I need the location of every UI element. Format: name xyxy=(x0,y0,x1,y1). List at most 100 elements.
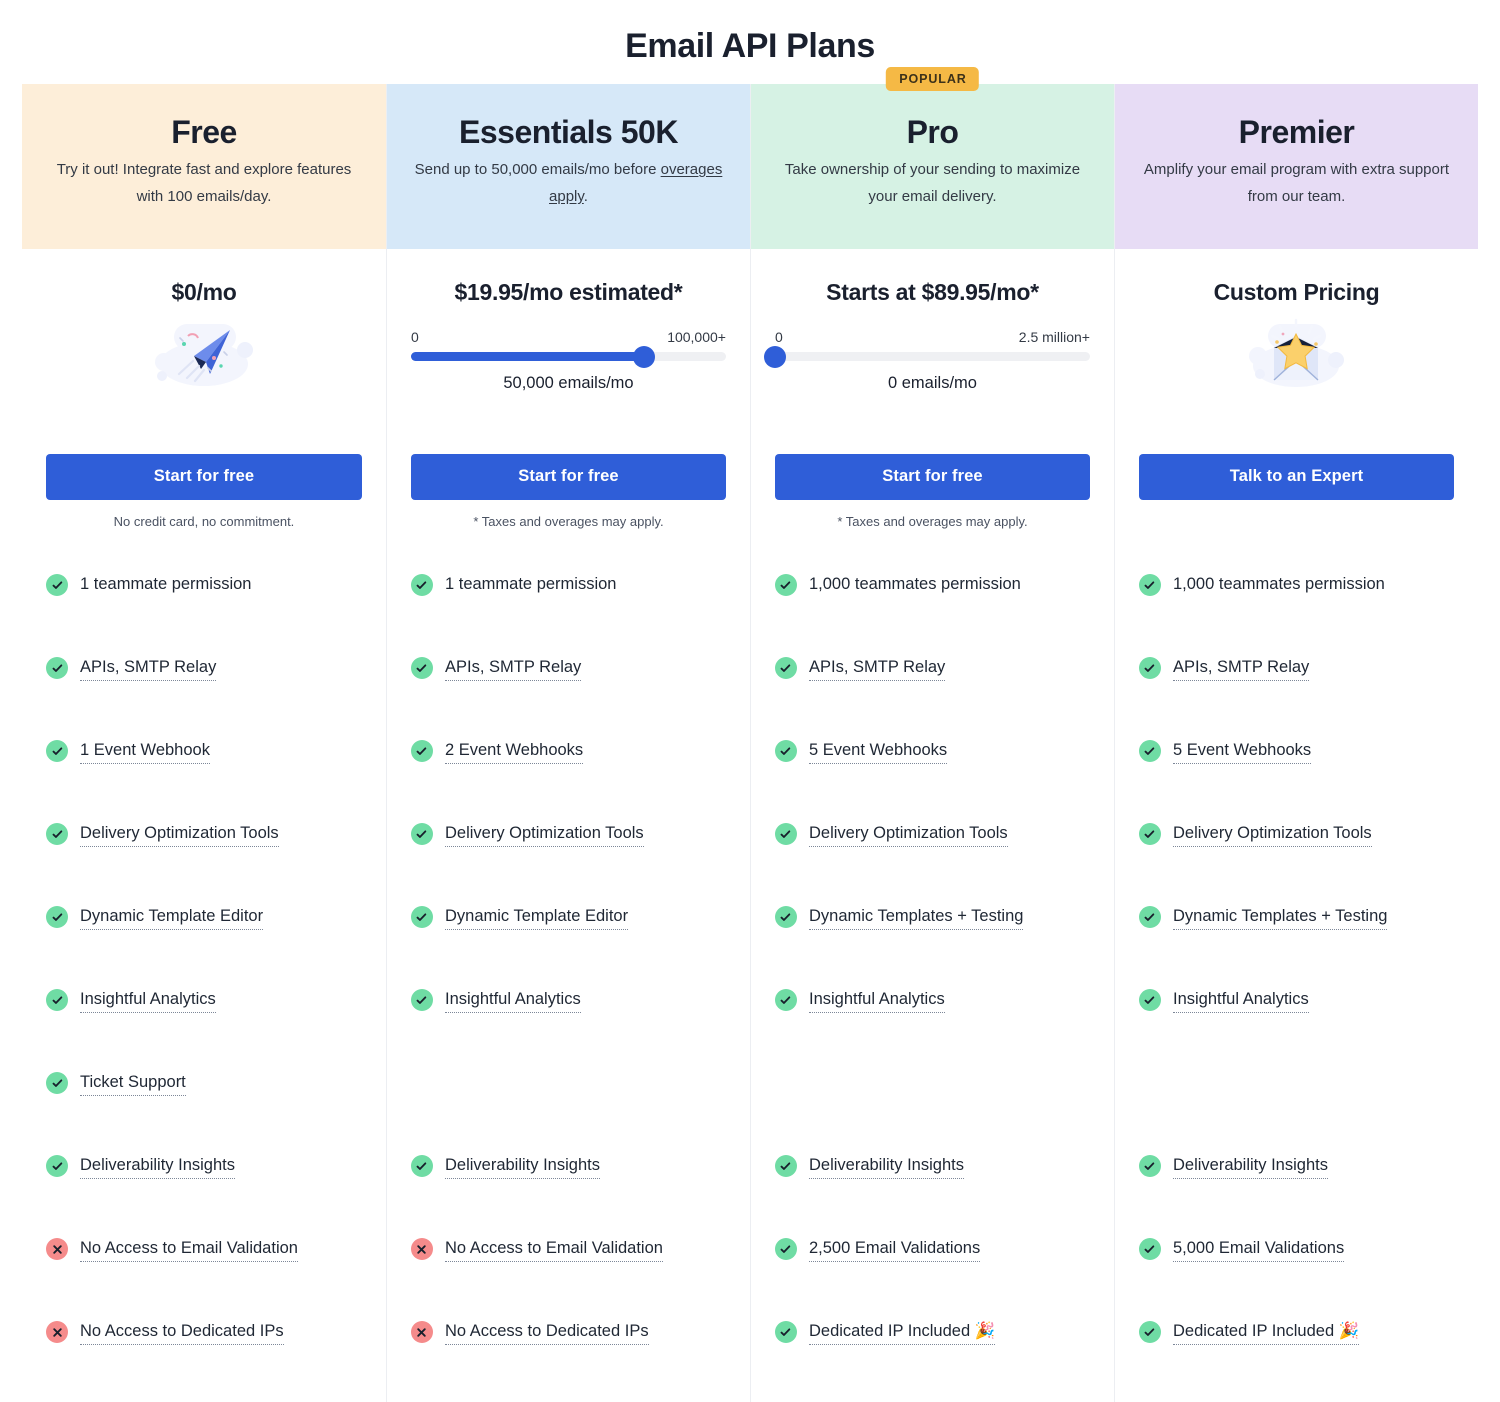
plan-header-essentials: Essentials 50K Send up to 50,000 emails/m… xyxy=(386,84,750,249)
feature-item: 5 Event Webhooks xyxy=(1138,739,1454,822)
feature-label[interactable]: 2,500 Email Validations xyxy=(808,1237,981,1262)
slider-thumb[interactable] xyxy=(763,345,786,368)
plan-cards-container: Free Try it out! Integrate fast and explo… xyxy=(0,67,1500,1402)
feature-label[interactable]: Dynamic Templates + Testing xyxy=(1172,905,1388,930)
feature-label[interactable]: Delivery Optimization Tools xyxy=(808,822,1008,847)
feature-label[interactable]: Delivery Optimization Tools xyxy=(1172,822,1372,847)
feature-label[interactable]: Dynamic Template Editor xyxy=(80,905,264,930)
feature-list: 1 teammate permission APIs, SMTP Relay 2 E… xyxy=(387,573,750,1402)
check-circle-icon xyxy=(774,574,797,596)
feature-item: 1 Event Webhook xyxy=(46,739,362,822)
volume-slider[interactable] xyxy=(410,345,726,368)
feature-label[interactable]: Deliverability Insights xyxy=(444,1154,600,1179)
feature-item: 1,000 teammates permission xyxy=(774,573,1090,656)
cta-zone: Start for free * Taxes and overages may a… xyxy=(387,454,750,531)
volume-slider-group: 0 100,000+ 50,000 emails/mo xyxy=(409,329,728,394)
feature-list: 1 teammate permission APIs, SMTP Relay 1 E… xyxy=(22,573,386,1402)
plan-card-free: Free Try it out! Integrate fast and explo… xyxy=(22,84,386,1402)
feature-label[interactable]: APIs, SMTP Relay xyxy=(444,656,582,681)
essentials-cta-button[interactable]: Start for free xyxy=(410,454,726,500)
plan-name: Free xyxy=(171,114,237,150)
feature-label[interactable]: No Access to Email Validation xyxy=(80,1237,298,1262)
plan-description-text: Take ownership of your sending to maximi… xyxy=(784,161,1081,205)
feature-label[interactable]: Dedicated IP Included 🎉 xyxy=(1172,1320,1360,1345)
cross-circle-icon xyxy=(410,1321,433,1343)
feature-label[interactable]: Dedicated IP Included 🎉 xyxy=(808,1320,996,1345)
feature-label[interactable]: Deliverability Insights xyxy=(808,1154,964,1179)
feature-item: Delivery Optimization Tools xyxy=(46,822,362,905)
check-circle-icon xyxy=(46,740,68,762)
feature-label[interactable]: 2 Event Webhooks xyxy=(444,739,584,764)
feature-label[interactable]: Insightful Analytics xyxy=(1172,988,1309,1013)
feature-item: 5 Event Webhooks xyxy=(774,739,1090,822)
volume-slider[interactable] xyxy=(763,345,1090,368)
feature-label[interactable]: Insightful Analytics xyxy=(444,988,581,1013)
check-circle-icon xyxy=(46,657,68,679)
cross-glyph xyxy=(417,1244,427,1254)
page-title: Email API Plans xyxy=(625,27,875,65)
feature-item: 1,000 teammates permission xyxy=(1138,573,1454,656)
cross-circle-icon xyxy=(46,1321,68,1343)
slider-range-labels: 0 2.5 million+ xyxy=(775,329,1090,345)
free-cta-button[interactable]: Start for free xyxy=(46,454,362,500)
check-glyph xyxy=(1145,746,1155,755)
feature-item: Insightful Analytics xyxy=(774,988,1090,1071)
check-glyph xyxy=(417,663,427,672)
paper-plane-illustration xyxy=(154,324,253,386)
slider-value-label: 0 emails/mo xyxy=(888,374,977,392)
feature-label[interactable]: APIs, SMTP Relay xyxy=(80,656,217,681)
check-circle-icon xyxy=(1138,574,1161,596)
feature-item: No Access to Email Validation xyxy=(410,1237,726,1320)
feature-label[interactable]: Deliverability Insights xyxy=(80,1154,235,1179)
feature-label[interactable]: Delivery Optimization Tools xyxy=(80,822,279,847)
cta-note: * Taxes and overages may apply. xyxy=(473,514,664,529)
feature-item: Dynamic Templates + Testing xyxy=(774,905,1090,988)
check-circle-icon xyxy=(774,823,797,845)
feature-label: 1,000 teammates permission xyxy=(1172,575,1385,593)
check-circle-icon xyxy=(46,574,68,596)
feature-item: Deliverability Insights xyxy=(1138,1154,1454,1237)
feature-item: Ticket Support xyxy=(46,1071,362,1154)
check-glyph xyxy=(781,1244,791,1253)
feature-label[interactable]: APIs, SMTP Relay xyxy=(808,656,946,681)
check-glyph xyxy=(417,746,427,755)
check-circle-icon xyxy=(774,906,797,928)
check-glyph xyxy=(52,912,62,921)
feature-label[interactable]: Insightful Analytics xyxy=(808,988,945,1013)
feature-label[interactable]: No Access to Dedicated IPs xyxy=(80,1320,284,1345)
check-circle-icon xyxy=(774,989,797,1011)
cross-circle-icon xyxy=(46,1238,68,1260)
pro-cta-button[interactable]: Start for free xyxy=(774,454,1090,500)
feature-label[interactable]: 5 Event Webhooks xyxy=(808,739,948,764)
feature-item: 5,000 Email Validations xyxy=(1138,1237,1454,1320)
check-circle-icon xyxy=(46,823,68,845)
feature-label[interactable]: Dynamic Template Editor xyxy=(444,905,629,930)
check-glyph xyxy=(781,1161,791,1170)
feature-label[interactable]: 5,000 Email Validations xyxy=(1172,1237,1345,1262)
feature-label[interactable]: APIs, SMTP Relay xyxy=(1172,656,1310,681)
plan-description-text: Amplify your email program with extra su… xyxy=(1143,161,1450,205)
check-glyph xyxy=(417,1161,427,1170)
check-circle-icon xyxy=(46,1155,68,1177)
premier-cta-button[interactable]: Talk to an Expert xyxy=(1138,454,1454,500)
feature-label[interactable]: Delivery Optimization Tools xyxy=(444,822,644,847)
feature-label[interactable]: Insightful Analytics xyxy=(80,988,216,1013)
feature-label[interactable]: Ticket Support xyxy=(80,1071,186,1096)
feature-label[interactable]: No Access to Dedicated IPs xyxy=(444,1320,649,1345)
plan-price: Starts at $89.95/mo* xyxy=(826,279,1039,305)
slider-thumb[interactable] xyxy=(633,345,656,368)
feature-item: 1 teammate permission xyxy=(46,573,362,656)
price-block: Custom Pricing xyxy=(1115,249,1478,454)
star-envelope-illustration xyxy=(1137,309,1456,401)
feature-label[interactable]: Dynamic Templates + Testing xyxy=(808,905,1024,930)
feature-label[interactable]: 1 Event Webhook xyxy=(80,739,210,764)
feature-list: 1,000 teammates permission APIs, SMTP Rel… xyxy=(751,573,1114,1402)
check-glyph xyxy=(1145,1327,1155,1336)
feature-label[interactable]: No Access to Email Validation xyxy=(444,1237,663,1262)
check-glyph xyxy=(781,829,791,838)
feature-item: 1 teammate permission xyxy=(410,573,726,656)
slider-range-labels: 0 100,000+ xyxy=(411,329,726,345)
feature-label[interactable]: Deliverability Insights xyxy=(1172,1154,1328,1179)
plan-name: Pro xyxy=(906,114,959,150)
feature-label[interactable]: 5 Event Webhooks xyxy=(1172,739,1312,764)
